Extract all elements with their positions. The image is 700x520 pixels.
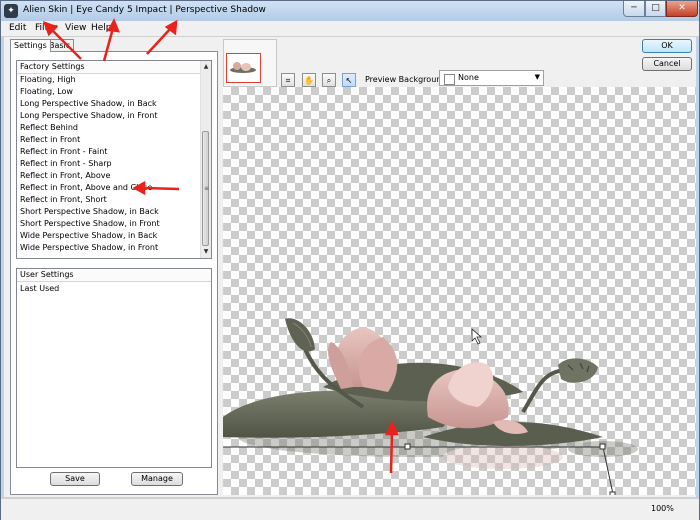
list-item[interactable]: Long Perspective Shadow, in Front bbox=[20, 110, 158, 122]
user-settings-list[interactable]: User Settings Last Used bbox=[16, 268, 212, 468]
grip-icon: ≡ bbox=[204, 185, 210, 192]
dialog-client-area: Settings Basic Factory Settings Floating… bbox=[4, 37, 696, 497]
chevron-down-icon: ▼ bbox=[534, 73, 540, 81]
list-item[interactable]: Reflect Behind bbox=[20, 122, 78, 134]
navigator-thumbnail[interactable] bbox=[223, 39, 277, 87]
navigator-viewport[interactable] bbox=[226, 53, 261, 83]
preview-canvas[interactable] bbox=[223, 87, 696, 495]
list-item[interactable]: Reflect in Front - Sharp bbox=[20, 158, 112, 170]
menu-edit[interactable]: Edit bbox=[9, 23, 26, 33]
window-title: Alien Skin | Eye Candy 5 Impact | Perspe… bbox=[23, 5, 266, 15]
menu-bar: Edit Filter View Help bbox=[1, 21, 699, 37]
scroll-up-icon[interactable]: ▲ bbox=[201, 62, 211, 72]
preview-background-value: None bbox=[458, 73, 479, 82]
app-window: ✦ Alien Skin | Eye Candy 5 Impact | Pers… bbox=[0, 0, 700, 520]
list-item[interactable]: Reflect in Front - Faint bbox=[20, 146, 107, 158]
minimize-icon[interactable]: ─ bbox=[623, 1, 645, 17]
pointer-tool-icon[interactable]: ↖ bbox=[342, 73, 356, 87]
list-item[interactable]: Wide Perspective Shadow, in Back bbox=[20, 230, 157, 242]
zoom-level: 100% bbox=[651, 504, 674, 513]
list-item[interactable]: Reflect in Front, Above and Close bbox=[20, 182, 152, 194]
factory-settings-scrollbar[interactable]: ▲ ≡ ▼ bbox=[200, 61, 211, 258]
lotus-preview-image bbox=[223, 318, 638, 495]
list-item[interactable]: Last Used bbox=[20, 283, 59, 295]
scroll-down-icon[interactable]: ▼ bbox=[201, 247, 211, 257]
list-item[interactable]: Short Perspective Shadow, in Front bbox=[20, 218, 160, 230]
background-swatch-icon bbox=[444, 74, 455, 85]
list-item[interactable]: Floating, Low bbox=[20, 86, 73, 98]
list-item[interactable]: Reflect in Front, Above bbox=[20, 170, 110, 182]
preview-background-label: Preview Background: bbox=[365, 75, 450, 84]
menu-filter[interactable]: Filter bbox=[35, 23, 57, 33]
manage-button[interactable]: Manage bbox=[131, 472, 183, 486]
cancel-button[interactable]: Cancel bbox=[642, 57, 692, 71]
list-item[interactable]: Reflect in Front, Short bbox=[20, 194, 107, 206]
hand-tool-icon[interactable]: ✋ bbox=[302, 73, 316, 87]
scroll-thumb[interactable]: ≡ bbox=[202, 131, 209, 246]
navigator-icon[interactable]: ⌗ bbox=[281, 73, 295, 87]
zoom-tool-icon[interactable]: ⌕ bbox=[322, 73, 336, 87]
list-item[interactable]: Wide Perspective Shadow, in Front bbox=[20, 242, 158, 254]
list-item[interactable]: Floating, High bbox=[20, 74, 76, 86]
tab-settings[interactable]: Settings bbox=[10, 39, 51, 52]
save-button[interactable]: Save bbox=[50, 472, 100, 486]
maximize-icon[interactable]: □ bbox=[645, 1, 666, 17]
alien-skin-icon[interactable]: ✦ bbox=[4, 4, 18, 18]
status-bar: 100% bbox=[1, 498, 699, 520]
list-item[interactable]: Reflect in Front bbox=[20, 134, 80, 146]
lotus-thumbnail-icon bbox=[230, 62, 256, 73]
close-icon[interactable]: ✕ bbox=[666, 1, 698, 17]
ok-button[interactable]: OK bbox=[642, 39, 692, 53]
list-item[interactable]: Long Perspective Shadow, in Back bbox=[20, 98, 157, 110]
factory-settings-list[interactable]: Factory Settings Floating, High Floating… bbox=[16, 60, 212, 259]
preview-background-select[interactable]: None ▼ bbox=[439, 70, 544, 86]
user-settings-header: User Settings bbox=[17, 269, 211, 282]
list-item[interactable]: Short Perspective Shadow, in Back bbox=[20, 206, 159, 218]
menu-view[interactable]: View bbox=[65, 23, 86, 33]
title-bar[interactable]: ✦ Alien Skin | Eye Candy 5 Impact | Pers… bbox=[1, 1, 699, 21]
menu-help[interactable]: Help bbox=[91, 23, 112, 33]
factory-settings-header: Factory Settings bbox=[17, 61, 211, 74]
settings-panel: Factory Settings Floating, High Floating… bbox=[10, 51, 218, 495]
